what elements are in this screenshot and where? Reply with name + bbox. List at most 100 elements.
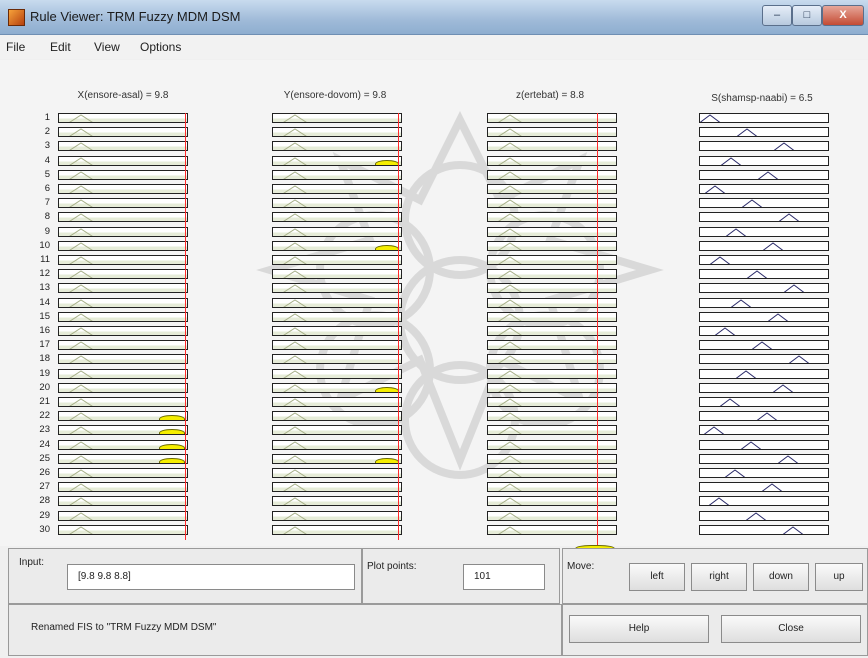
membership-function xyxy=(69,469,93,477)
membership-function xyxy=(714,327,736,335)
membership-function xyxy=(773,142,795,151)
menu-file[interactable]: File xyxy=(6,40,25,54)
rule-number: 23 xyxy=(39,424,50,436)
input-label: Input: xyxy=(19,557,45,568)
membership-function xyxy=(283,114,307,122)
membership-function xyxy=(69,526,93,534)
input-line-z[interactable] xyxy=(597,113,598,554)
membership-function xyxy=(745,511,767,520)
rule-cell xyxy=(272,155,402,166)
membership-function xyxy=(498,284,522,293)
membership-function xyxy=(283,185,307,193)
rule-cell xyxy=(272,127,402,138)
rule-cell xyxy=(699,453,829,464)
rule-cell xyxy=(699,368,829,379)
rule-cell xyxy=(58,482,188,493)
membership-function xyxy=(283,426,307,435)
menu-view[interactable]: View xyxy=(94,40,120,54)
move-panel: Move: left right down up xyxy=(562,548,868,604)
plot-points-field[interactable]: 101 xyxy=(463,564,545,590)
move-left-button[interactable]: left xyxy=(629,563,685,591)
plot-points-label: Plot points: xyxy=(367,561,417,572)
rule-cell xyxy=(58,269,188,280)
rule-cell xyxy=(272,411,402,422)
rule-number: 26 xyxy=(39,467,50,478)
rule-cell xyxy=(699,425,829,436)
rule-number: 9 xyxy=(44,225,50,237)
help-button[interactable]: Help xyxy=(569,615,709,643)
membership-function xyxy=(283,412,307,421)
input-field[interactable]: [9.8 9.8 8.8] xyxy=(67,564,355,590)
rule-cell xyxy=(272,368,402,379)
close-window-button[interactable]: X xyxy=(822,5,864,26)
menu-options[interactable]: Options xyxy=(140,40,181,54)
membership-function xyxy=(498,142,522,151)
membership-function xyxy=(498,398,522,406)
membership-function xyxy=(283,270,307,279)
membership-function xyxy=(283,497,307,506)
rule-cell xyxy=(58,411,188,422)
rule-cell xyxy=(272,184,402,194)
move-up-button[interactable]: up xyxy=(815,563,863,591)
rule-cell xyxy=(58,326,188,336)
status-panel: Renamed FIS to "TRM Fuzzy MDM DSM" xyxy=(8,604,562,656)
menu-edit[interactable]: Edit xyxy=(50,40,71,54)
membership-function xyxy=(69,511,93,520)
membership-function xyxy=(69,313,93,321)
rule-cell xyxy=(699,439,829,450)
membership-function xyxy=(283,199,307,208)
rule-number: 18 xyxy=(39,353,50,365)
rule-plot-area[interactable]: X(ensore-asal) = 9.8 Y(ensore-dovom) = 9… xyxy=(0,60,868,554)
rule-cell xyxy=(699,169,829,180)
membership-function xyxy=(283,242,307,250)
membership-function xyxy=(69,298,93,307)
rule-cell xyxy=(699,255,829,265)
maximize-button[interactable]: □ xyxy=(792,5,822,26)
membership-function xyxy=(762,242,784,250)
rule-cell xyxy=(272,425,402,436)
move-right-button[interactable]: right xyxy=(691,563,747,591)
rule-number: 22 xyxy=(39,410,50,422)
rule-cell xyxy=(58,382,188,393)
rule-cell xyxy=(272,212,402,223)
membership-function xyxy=(736,128,758,137)
membership-function xyxy=(69,213,93,222)
membership-function xyxy=(498,455,522,463)
rule-cell xyxy=(272,340,402,351)
membership-function xyxy=(498,213,522,222)
input-line-y[interactable] xyxy=(398,113,399,540)
rule-number: 15 xyxy=(39,310,50,322)
rule-cell xyxy=(58,169,188,180)
rule-number: 30 xyxy=(39,523,50,535)
membership-function xyxy=(69,412,93,421)
rule-cell xyxy=(58,184,188,194)
rule-cell xyxy=(699,411,829,422)
rule-cell xyxy=(272,382,402,393)
rule-number: 29 xyxy=(39,509,50,521)
membership-function xyxy=(735,369,757,378)
membership-function xyxy=(719,398,741,406)
rule-cell xyxy=(699,382,829,393)
membership-function xyxy=(69,270,93,279)
minimize-button[interactable]: – xyxy=(762,5,792,26)
membership-function xyxy=(283,171,307,179)
rule-cell xyxy=(272,496,402,507)
membership-function xyxy=(283,142,307,151)
firing-strength-fill xyxy=(375,457,399,463)
membership-function xyxy=(69,256,93,264)
membership-function xyxy=(283,369,307,378)
rule-number: 4 xyxy=(44,154,50,166)
close-button[interactable]: Close xyxy=(721,615,861,643)
membership-function xyxy=(756,412,778,421)
membership-function xyxy=(69,483,93,492)
input-line-x[interactable] xyxy=(185,113,186,540)
rule-cell xyxy=(699,326,829,336)
rule-cell xyxy=(272,354,402,365)
rule-number: 7 xyxy=(44,197,50,209)
move-down-button[interactable]: down xyxy=(753,563,809,591)
rule-cell xyxy=(699,184,829,194)
membership-function xyxy=(498,511,522,520)
membership-function xyxy=(69,284,93,293)
membership-function xyxy=(283,256,307,264)
rule-cell xyxy=(58,311,188,322)
